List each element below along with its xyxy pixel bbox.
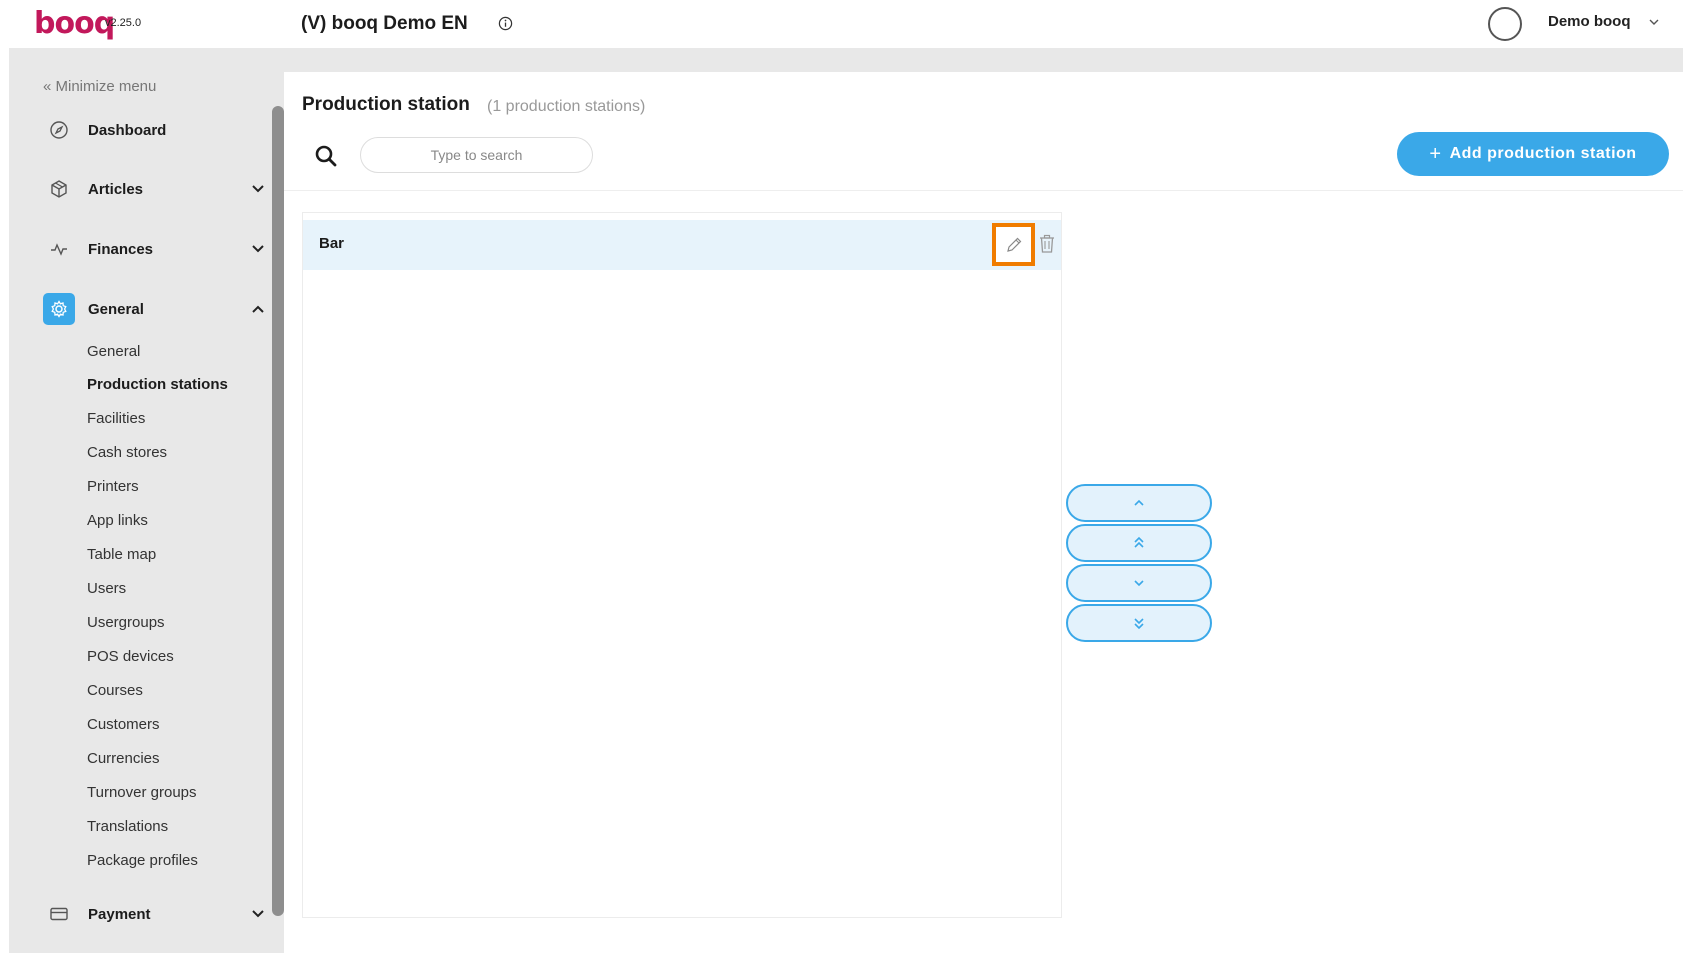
sidebar-item-label: Dashboard [88,121,167,139]
sidebar: « Minimize menu Dashboard Articles Finan… [9,48,272,953]
add-button-label: Add production station [1449,145,1637,162]
page-title: Production station [302,94,470,115]
user-menu-name[interactable]: Demo booq [1548,13,1631,30]
list-item[interactable]: Bar [303,220,1061,270]
plus-icon: + [1429,142,1442,165]
minimize-menu-button[interactable]: « Minimize menu [43,78,156,95]
search-input[interactable] [360,137,593,173]
add-production-station-button[interactable]: + Add production station [1397,132,1669,176]
cube-icon [43,173,75,205]
info-icon[interactable] [498,16,513,31]
card-icon [43,898,75,930]
row-label: Bar [319,235,345,252]
sidebar-subitem-usergroups[interactable]: Usergroups [87,614,165,631]
double-chevron-down-icon [1134,618,1144,630]
booq-logo[interactable]: booq [34,6,115,41]
sidebar-scrollbar[interactable] [272,106,284,916]
sidebar-item-finances[interactable]: Finances [43,231,273,267]
pulse-icon [43,233,75,265]
sidebar-subitem-cash-stores[interactable]: Cash stores [87,444,167,461]
sidebar-subitem-pos-devices[interactable]: POS devices [87,648,174,665]
sidebar-item-label: Payment [88,905,151,923]
sidebar-subitem-turnover-groups[interactable]: Turnover groups [87,784,197,801]
sidebar-subitem-package-profiles[interactable]: Package profiles [87,852,198,869]
chevron-down-icon [252,185,264,193]
sidebar-item-dashboard[interactable]: Dashboard [43,112,273,148]
edit-button[interactable] [992,223,1035,266]
sidebar-item-general[interactable]: General [43,291,273,327]
sidebar-subitem-courses[interactable]: Courses [87,682,143,699]
chevron-down-icon [252,910,264,918]
chevron-down-icon [252,245,264,253]
double-chevron-up-icon [1134,536,1144,548]
gear-icon [43,293,75,325]
chevron-down-icon [1134,580,1144,587]
sidebar-subitem-facilities[interactable]: Facilities [87,410,145,427]
sidebar-subitem-users[interactable]: Users [87,580,126,597]
pencil-icon [1006,237,1021,252]
sidebar-subitem-currencies[interactable]: Currencies [87,750,160,767]
production-station-list: Bar [302,212,1062,918]
trash-icon[interactable] [1038,234,1056,254]
sidebar-item-label: Finances [88,240,154,258]
divider [284,190,1683,191]
move-down-button[interactable] [1066,564,1212,602]
move-up-button[interactable] [1066,484,1212,522]
move-to-top-button[interactable] [1066,524,1212,562]
sidebar-subitem-production-stations[interactable]: Production stations [87,376,228,393]
sidebar-subitem-app-links[interactable]: App links [87,512,148,529]
sidebar-subitem-translations[interactable]: Translations [87,818,168,835]
sidebar-subitem-customers[interactable]: Customers [87,716,160,733]
chevron-down-icon[interactable] [1648,17,1660,27]
sidebar-item-payment[interactable]: Payment [43,896,273,932]
sidebar-item-label: Articles [88,180,144,198]
sidebar-subitem-printers[interactable]: Printers [87,478,139,495]
search-icon[interactable] [314,144,338,168]
sidebar-item-articles[interactable]: Articles [43,171,273,207]
sidebar-subitem-general[interactable]: General [87,343,140,360]
top-bar: booq v2.25.0 (V) booq Demo EN Demo booq [0,0,1683,48]
page-count: (1 production stations) [487,98,646,115]
compass-icon [43,114,75,146]
sidebar-subitem-table-map[interactable]: Table map [87,546,156,563]
version-label: v2.25.0 [105,17,142,29]
move-to-bottom-button[interactable] [1066,604,1212,642]
sidebar-item-label: General [88,300,144,318]
chevron-up-icon [252,305,264,313]
chevron-up-icon [1134,499,1144,506]
avatar[interactable] [1488,7,1522,41]
main-content: Production station (1 production station… [284,72,1683,953]
environment-title: (V) booq Demo EN [301,13,468,34]
